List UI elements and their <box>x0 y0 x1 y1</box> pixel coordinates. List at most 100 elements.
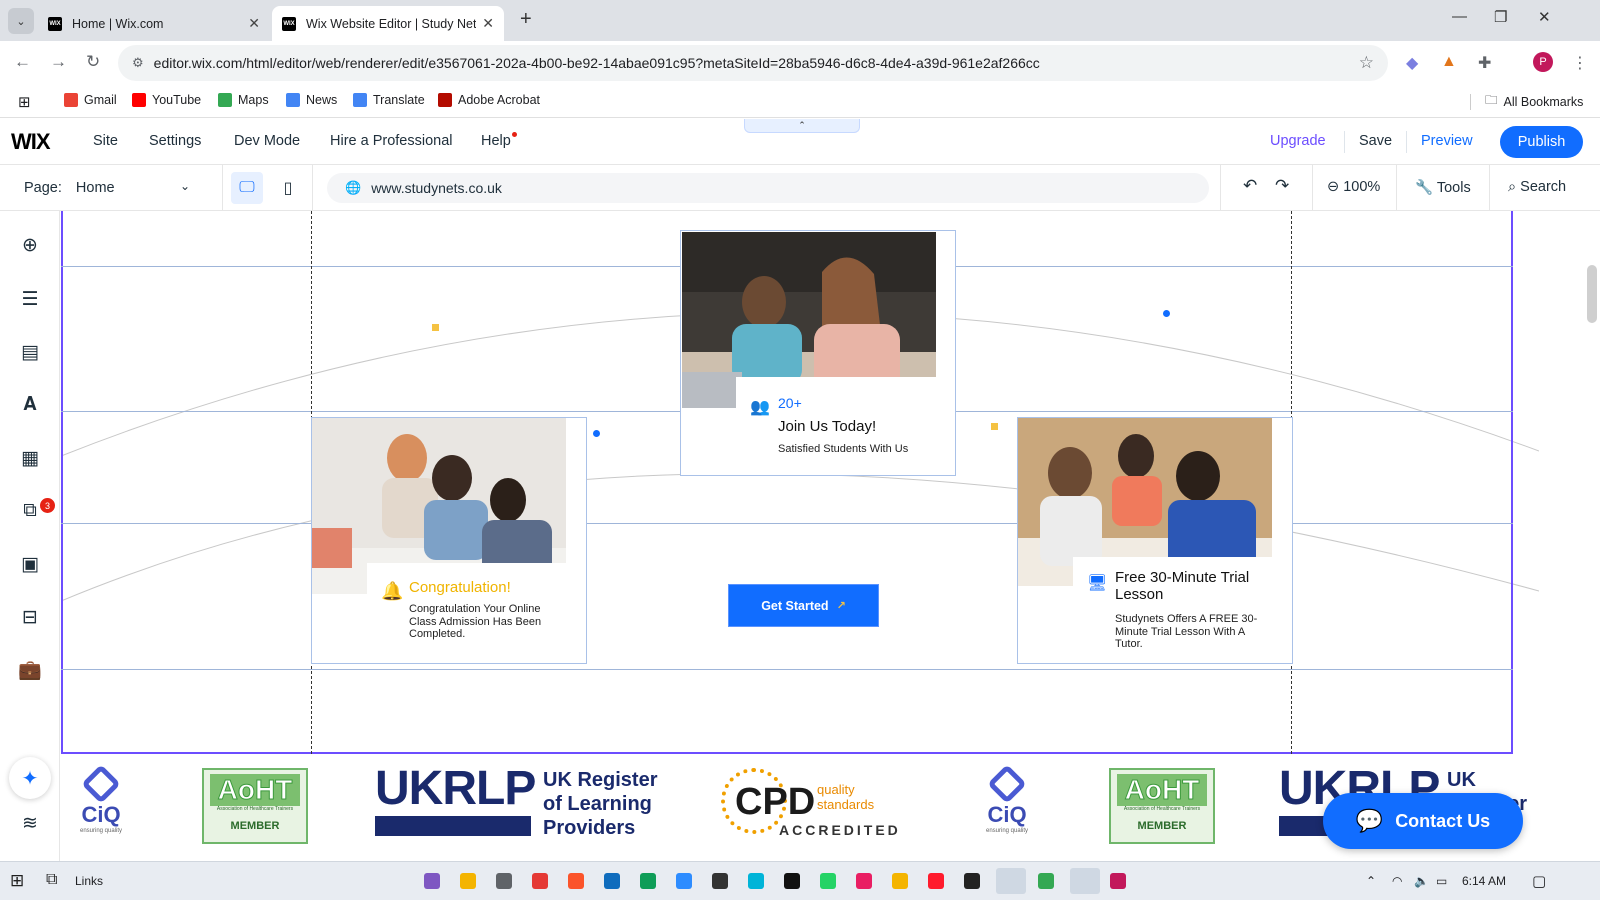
show-hidden-icons-icon[interactable]: ⌃ <box>1366 874 1376 888</box>
opera-icon[interactable] <box>928 873 944 889</box>
search-button[interactable]: ⌕ Search <box>1508 179 1566 195</box>
extensions-puzzle-icon[interactable]: ✚ <box>1478 53 1491 73</box>
media-player-icon[interactable] <box>856 873 872 889</box>
wix-logo[interactable]: WIX <box>11 129 51 155</box>
menu-hire-professional[interactable]: Hire a Professional <box>330 133 453 149</box>
close-tab-icon[interactable]: ✕ <box>482 15 494 32</box>
add-apps-icon[interactable]: ▦ <box>18 446 42 470</box>
add-section-icon[interactable]: ☰ <box>18 287 42 311</box>
ai-assistant-icon[interactable]: ✦ <box>9 757 51 799</box>
bookmark-star-icon[interactable]: ☆ <box>1359 53 1374 73</box>
metamask-icon[interactable]: ▲ <box>1441 53 1457 71</box>
connector-handle[interactable] <box>592 429 601 438</box>
back-icon[interactable]: ← <box>14 52 31 72</box>
zoom-control[interactable]: ⊖ 100% <box>1327 179 1380 195</box>
collapse-toolbar-tab[interactable]: ⌃ <box>744 119 860 133</box>
app-icon[interactable] <box>1110 873 1126 889</box>
tools-button[interactable]: 🔧 Tools <box>1415 179 1471 196</box>
mobile-view-button[interactable]: ▯ <box>272 172 304 204</box>
restore-icon[interactable]: ❐ <box>1494 8 1507 26</box>
scrollbar-thumb[interactable] <box>1587 265 1597 323</box>
x-icon[interactable] <box>784 873 800 889</box>
bookmark-translate[interactable]: Translate <box>353 93 425 107</box>
card-join-us[interactable]: 👥 20+ Join Us Today! Satisfied Students … <box>680 230 956 476</box>
get-started-button[interactable]: Get Started ↗ <box>728 584 879 627</box>
battery-icon[interactable]: ▭ <box>1436 874 1447 888</box>
cms-icon[interactable]: ⊟ <box>18 605 42 629</box>
edge-icon[interactable] <box>640 873 656 889</box>
contact-us-button[interactable]: 💬 Contact Us <box>1323 793 1523 849</box>
editor-canvas[interactable]: 👥 20+ Join Us Today! Satisfied Students … <box>61 211 1539 861</box>
address-bar[interactable]: ⚙ editor.wix.com/html/editor/web/rendere… <box>118 45 1388 81</box>
pages-menu-icon[interactable]: ▤ <box>18 340 42 364</box>
bookmark-adobe-acrobat[interactable]: Adobe Acrobat <box>438 93 540 107</box>
menu-dev-mode[interactable]: Dev Mode <box>234 133 300 149</box>
tab-wix-editor[interactable]: WIX Wix Website Editor | Study Nets ✕ <box>272 6 504 41</box>
telegram-active[interactable] <box>996 868 1026 894</box>
undo-icon[interactable]: ↶ <box>1243 176 1257 196</box>
minimize-icon[interactable]: — <box>1452 8 1467 25</box>
media-manager-icon[interactable]: ▣ <box>18 552 42 576</box>
notifications-icon[interactable]: ▢ <box>1532 872 1546 890</box>
desktop-view-button[interactable]: 🖵 <box>231 172 263 204</box>
task-view-icon[interactable]: ⧉ <box>46 871 57 889</box>
connector-handle[interactable] <box>990 422 999 431</box>
chevron-down-icon[interactable]: ⌄ <box>180 179 190 193</box>
new-tab-icon[interactable]: + <box>520 8 532 31</box>
links-toolbar[interactable]: Links <box>75 874 103 888</box>
chrome-profile-icon[interactable] <box>1038 873 1054 889</box>
whatsapp-icon[interactable] <box>820 873 836 889</box>
epic-games-icon[interactable] <box>964 873 980 889</box>
my-business-icon[interactable]: ⧉ <box>18 499 42 523</box>
wifi-icon[interactable]: ◠ <box>1392 874 1402 888</box>
chrome-active-icon[interactable] <box>1070 868 1100 894</box>
menu-settings[interactable]: Settings <box>149 133 201 149</box>
windows-start-icon[interactable]: ⊞ <box>10 871 24 891</box>
apps-grid-icon[interactable]: ⊞ <box>18 93 31 111</box>
clock[interactable]: 6:14 AM <box>1462 874 1506 888</box>
card-congratulation[interactable]: 🔔 Congratulation! Congratulation Your On… <box>311 417 587 664</box>
store-icon[interactable] <box>532 873 548 889</box>
reload-icon[interactable]: ↻ <box>86 52 100 72</box>
forward-icon[interactable]: → <box>50 52 67 72</box>
save-button[interactable]: Save <box>1359 133 1392 149</box>
close-tab-icon[interactable]: ✕ <box>248 15 260 32</box>
preview-button[interactable]: Preview <box>1421 133 1473 149</box>
menu-site[interactable]: Site <box>93 133 118 149</box>
add-elements-icon[interactable]: ⊕ <box>18 233 42 257</box>
bookmark-gmail[interactable]: Gmail <box>64 93 117 107</box>
volume-icon[interactable]: 🔈 <box>1414 874 1429 888</box>
card-free-trial[interactable]: 🖥 Free 30-Minute Trial Lesson Studynets … <box>1017 417 1293 664</box>
globe-app-icon[interactable] <box>496 873 512 889</box>
copilot-icon[interactable] <box>424 873 440 889</box>
site-info-icon[interactable]: ⚙ <box>132 55 144 71</box>
tab-home-wix[interactable]: WIX Home | Wix.com ✕ <box>38 6 270 41</box>
close-window-icon[interactable]: ✕ <box>1538 8 1551 26</box>
all-bookmarks[interactable]: 🗀 All Bookmarks <box>1470 91 1583 112</box>
bookmark-youtube[interactable]: YouTube <box>132 93 201 107</box>
tab-search-button[interactable]: ⌄ <box>8 8 34 34</box>
connector-handle[interactable] <box>1162 309 1171 318</box>
extension-icon[interactable]: ◆ <box>1406 53 1418 73</box>
menu-help[interactable]: Help <box>481 133 511 149</box>
publish-button[interactable]: Publish <box>1500 126 1583 158</box>
layers-icon[interactable]: ≋ <box>18 811 42 835</box>
bookmark-news[interactable]: News <box>286 93 337 107</box>
connector-handle[interactable] <box>431 323 440 332</box>
chrome-icon[interactable] <box>892 873 908 889</box>
page-selector[interactable]: Page: Home <box>24 180 115 196</box>
upgrade-link[interactable]: Upgrade <box>1270 133 1326 149</box>
redo-icon[interactable]: ↷ <box>1275 176 1289 196</box>
canva-icon[interactable] <box>748 873 764 889</box>
profile-avatar[interactable]: P <box>1533 52 1553 72</box>
notes-icon[interactable] <box>712 873 728 889</box>
brave-icon[interactable] <box>568 873 584 889</box>
zoom-icon[interactable] <box>676 873 692 889</box>
file-explorer-icon[interactable] <box>460 873 476 889</box>
site-url-box[interactable]: 🌐 www.studynets.co.uk <box>327 173 1209 203</box>
outlook-icon[interactable] <box>604 873 620 889</box>
site-design-icon[interactable]: 𝐀 <box>18 393 42 417</box>
chrome-menu-icon[interactable]: ⋮ <box>1572 53 1588 73</box>
bookmark-maps[interactable]: Maps <box>218 93 269 107</box>
portfolio-icon[interactable]: 💼 <box>18 658 42 682</box>
